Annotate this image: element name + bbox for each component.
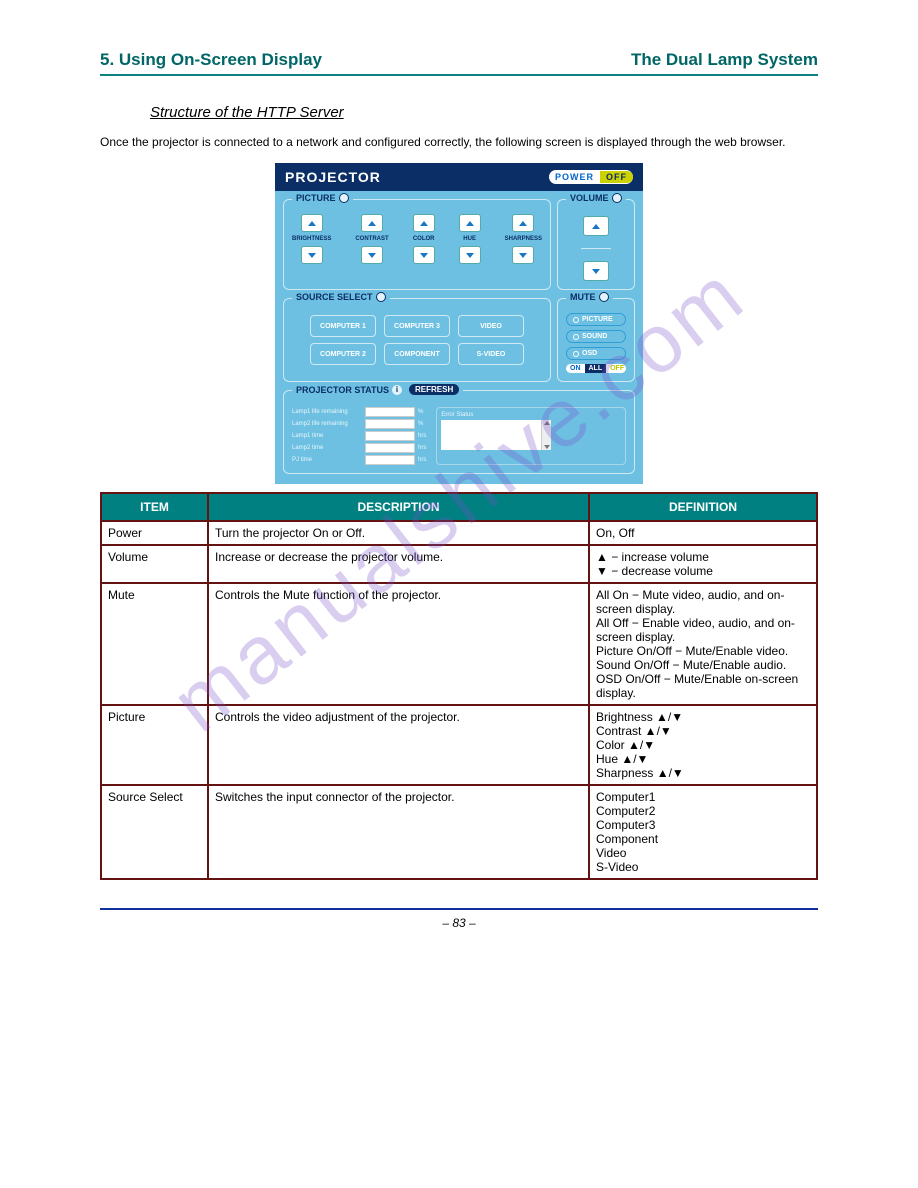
- status-label-text: PROJECTOR STATUS: [296, 385, 389, 395]
- source-button[interactable]: COMPONENT: [384, 343, 450, 365]
- picture-down-button[interactable]: [459, 246, 481, 264]
- picture-panel: PICTURE BRIGHTNESSCONTRASTCOLORHUESHARPN…: [283, 199, 551, 290]
- mute-icon: [599, 292, 609, 302]
- status-row: PJ timehrs: [292, 455, 426, 465]
- source-button[interactable]: COMPUTER 2: [310, 343, 376, 365]
- source-button[interactable]: COMPUTER 1: [310, 315, 376, 337]
- mute-button[interactable]: PICTURE: [566, 313, 626, 326]
- source-panel-label: SOURCE SELECT: [292, 292, 390, 302]
- speaker-icon: [612, 193, 622, 203]
- projector-status-panel: PROJECTOR STATUS i REFRESH Lamp1 life re…: [283, 390, 635, 474]
- th-item: ITEM: [101, 493, 208, 521]
- picture-panel-label: PICTURE: [292, 193, 353, 203]
- table-row: Source SelectSwitches the input connecto…: [101, 785, 817, 879]
- mute-button[interactable]: SOUND: [566, 330, 626, 343]
- picture-icon: [339, 193, 349, 203]
- picture-control-label: BRIGHTNESS: [292, 236, 331, 242]
- mute-panel-label: MUTE: [566, 292, 613, 302]
- picture-down-button[interactable]: [301, 246, 323, 264]
- volume-up-button[interactable]: [583, 216, 609, 236]
- power-on-label: POWER: [549, 171, 600, 183]
- picture-control-label: COLOR: [413, 236, 435, 242]
- volume-panel: VOLUME: [557, 199, 635, 290]
- picture-up-button[interactable]: [301, 214, 323, 232]
- source-select-panel: SOURCE SELECT COMPUTER 1COMPUTER 3VIDEOC…: [283, 298, 551, 382]
- mute-button[interactable]: OSD: [566, 347, 626, 360]
- volume-panel-label: VOLUME: [566, 193, 626, 203]
- picture-down-button[interactable]: [512, 246, 534, 264]
- source-label-text: SOURCE SELECT: [296, 292, 373, 302]
- refresh-button[interactable]: REFRESH: [409, 384, 459, 395]
- picture-control-label: SHARPNESS: [505, 236, 542, 242]
- power-toggle[interactable]: POWER OFF: [549, 170, 633, 184]
- mute-panel: MUTE PICTURESOUNDOSDONALLOFF: [557, 298, 635, 382]
- source-icon: [376, 292, 386, 302]
- status-row: Lamp2 life remaining%: [292, 419, 426, 429]
- source-button[interactable]: VIDEO: [458, 315, 524, 337]
- footer-rule: [100, 908, 818, 910]
- table-row: PictureControls the video adjustment of …: [101, 705, 817, 785]
- picture-label-text: PICTURE: [296, 193, 336, 203]
- table-row: MuteControls the Mute function of the pr…: [101, 583, 817, 705]
- spec-table: ITEM DESCRIPTION DEFINITION PowerTurn th…: [100, 492, 818, 880]
- status-panel-label: PROJECTOR STATUS i REFRESH: [292, 384, 463, 395]
- projector-title: PROJECTOR: [285, 169, 381, 185]
- power-off-label: OFF: [600, 171, 633, 183]
- th-def: DEFINITION: [589, 493, 817, 521]
- mute-all-toggle[interactable]: ONALLOFF: [566, 364, 626, 373]
- error-status-panel: Error Status: [436, 407, 626, 465]
- volume-down-button[interactable]: [583, 261, 609, 281]
- picture-up-button[interactable]: [413, 214, 435, 232]
- status-row: Lamp1 life remaining%: [292, 407, 426, 417]
- intro-text: Once the projector is connected to a net…: [100, 135, 818, 149]
- picture-up-button[interactable]: [512, 214, 534, 232]
- mute-label-text: MUTE: [570, 292, 596, 302]
- header-section: 5. Using On-Screen Display: [100, 50, 322, 70]
- picture-down-button[interactable]: [361, 246, 383, 264]
- projector-title-bar: PROJECTOR POWER OFF: [275, 163, 643, 191]
- picture-up-button[interactable]: [459, 214, 481, 232]
- table-row: VolumeIncrease or decrease the projector…: [101, 545, 817, 583]
- header-rule: [100, 74, 818, 76]
- error-status-label: Error Status: [441, 412, 621, 418]
- status-row: Lamp1 timehrs: [292, 431, 426, 441]
- header-title: The Dual Lamp System: [631, 50, 818, 70]
- status-row: Lamp2 timehrs: [292, 443, 426, 453]
- source-button[interactable]: COMPUTER 3: [384, 315, 450, 337]
- error-status-textarea[interactable]: [441, 420, 551, 450]
- picture-down-button[interactable]: [413, 246, 435, 264]
- section-subtitle: Structure of the HTTP Server: [150, 104, 818, 121]
- page-number: – 83 –: [100, 916, 818, 930]
- picture-control-label: CONTRAST: [355, 236, 388, 242]
- picture-up-button[interactable]: [361, 214, 383, 232]
- table-row: PowerTurn the projector On or Off.On, Of…: [101, 521, 817, 545]
- info-icon: i: [392, 385, 402, 395]
- source-button[interactable]: S-VIDEO: [458, 343, 524, 365]
- picture-control-label: HUE: [463, 236, 476, 242]
- volume-label-text: VOLUME: [570, 193, 609, 203]
- th-desc: DESCRIPTION: [208, 493, 589, 521]
- projector-panel: PROJECTOR POWER OFF PICTURE BRIGHTNESS CO…: [275, 163, 643, 484]
